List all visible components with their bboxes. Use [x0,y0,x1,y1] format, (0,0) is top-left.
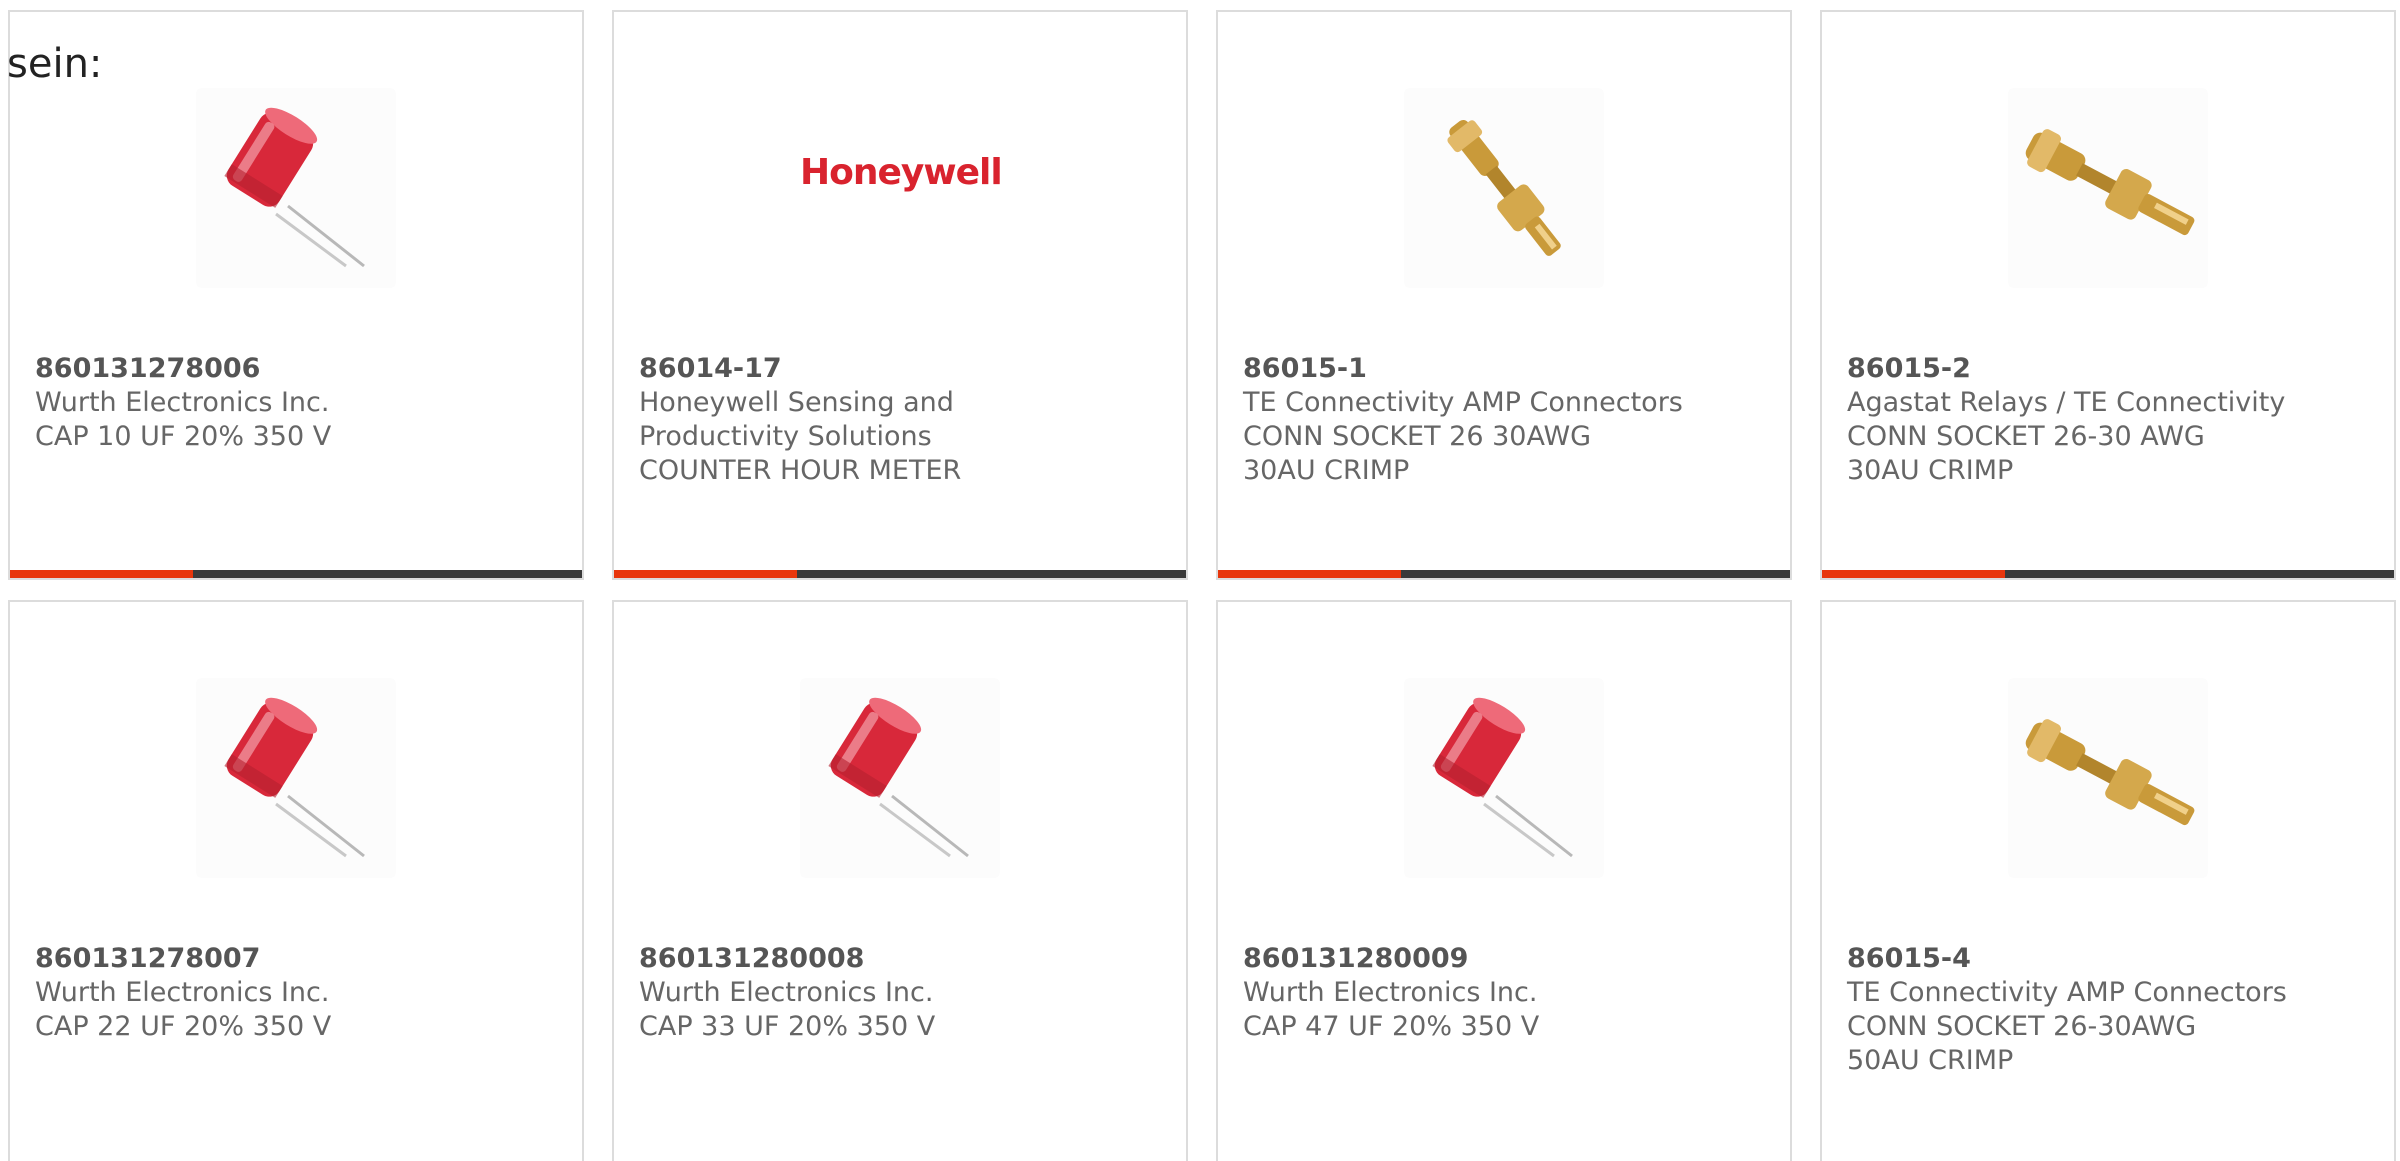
product-description: CAP 10 UF 20% 350 V [35,421,332,452]
product-description: COUNTER HOUR METER [639,455,962,486]
manufacturer-name: TE Connectivity AMP Connectors [1243,387,1683,418]
crimp-socket-image[interactable] [2008,88,2208,288]
part-number-link[interactable]: 860131280008 [639,942,1159,976]
product-info: 860131280008 Wurth Electronics Inc. CAP … [639,942,1159,1044]
crimp-socket-image[interactable] [2008,678,2208,878]
product-description: CAP 22 UF 20% 350 V [35,1011,332,1042]
rating-bar [1218,570,1790,578]
rating-bar-fill [614,570,798,578]
product-card[interactable]: 860131278006 Wurth Electronics Inc. CAP … [8,10,584,580]
product-card[interactable]: 86015-2 Agastat Relays / TE Connectivity… [1820,10,2396,580]
rating-bar-fill [10,570,194,578]
manufacturer-name: Wurth Electronics Inc. [35,977,330,1008]
manufacturer-name: Honeywell Sensing and Productivity Solut… [639,387,954,452]
product-info: 86015-1 TE Connectivity AMP Connectors C… [1243,352,1763,488]
part-number-link[interactable]: 86015-2 [1847,352,2367,386]
product-info: 860131278006 Wurth Electronics Inc. CAP … [35,352,555,454]
product-grid-page: sein: 860131278006 Wurth Electronics Inc… [0,0,2400,1161]
product-description: CAP 47 UF 20% 350 V [1243,1011,1540,1042]
rating-bar [10,570,582,578]
product-info: 86015-4 TE Connectivity AMP Connectors C… [1847,942,2367,1078]
rating-bar-fill [1218,570,1402,578]
product-card[interactable]: 860131280009 Wurth Electronics Inc. CAP … [1216,600,1792,1161]
product-description: CAP 33 UF 20% 350 V [639,1011,936,1042]
capacitor-image[interactable] [800,678,1000,878]
rating-bar-fill [1822,570,2006,578]
part-number-link[interactable]: 860131280009 [1243,942,1763,976]
product-card[interactable]: 86015-1 TE Connectivity AMP Connectors C… [1216,10,1792,580]
part-number-link[interactable]: 86015-1 [1243,352,1763,386]
product-card[interactable]: Honeywell 86014-17 Honeywell Sensing and… [612,10,1188,580]
product-description: CONN SOCKET 26-30AWG 50AU CRIMP [1847,1011,2197,1076]
product-description: CONN SOCKET 26 30AWG 30AU CRIMP [1243,421,1592,486]
product-info: 860131278007 Wurth Electronics Inc. CAP … [35,942,555,1044]
manufacturer-name: Wurth Electronics Inc. [639,977,934,1008]
capacitor-image[interactable] [196,88,396,288]
product-info: 860131280009 Wurth Electronics Inc. CAP … [1243,942,1763,1044]
crimp-socket-image[interactable] [1404,88,1604,288]
part-number-link[interactable]: 860131278007 [35,942,555,976]
product-info: 86015-2 Agastat Relays / TE Connectivity… [1847,352,2367,488]
rating-bar [614,570,1186,578]
intro-text: sein: [7,41,103,87]
capacitor-image[interactable] [196,678,396,878]
manufacturer-name: TE Connectivity AMP Connectors [1847,977,2287,1008]
capacitor-image[interactable] [1404,678,1604,878]
part-number-link[interactable]: 86015-4 [1847,942,2367,976]
part-number-link[interactable]: 86014-17 [639,352,1159,386]
manufacturer-name: Wurth Electronics Inc. [1243,977,1538,1008]
honeywell-logo[interactable]: Honeywell [800,152,1003,193]
product-info: 86014-17 Honeywell Sensing and Productiv… [639,352,1159,488]
product-card[interactable]: 860131280008 Wurth Electronics Inc. CAP … [612,600,1188,1161]
manufacturer-name: Agastat Relays / TE Connectivity [1847,387,2286,418]
product-card[interactable]: 860131278007 Wurth Electronics Inc. CAP … [8,600,584,1161]
product-card[interactable]: 86015-4 TE Connectivity AMP Connectors C… [1820,600,2396,1161]
manufacturer-name: Wurth Electronics Inc. [35,387,330,418]
rating-bar [1822,570,2394,578]
product-description: CONN SOCKET 26-30 AWG 30AU CRIMP [1847,421,2205,486]
part-number-link[interactable]: 860131278006 [35,352,555,386]
